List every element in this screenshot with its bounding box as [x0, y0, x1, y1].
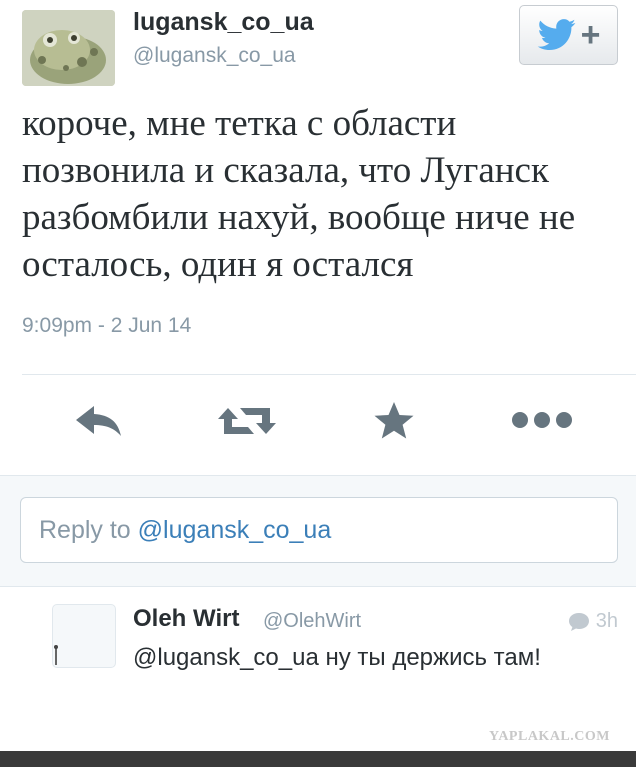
watermark: YAPLAKAL.COM: [489, 729, 610, 744]
reply-compose-area: Reply to @lugansk_co_ua: [0, 475, 636, 587]
retweet-button[interactable]: [216, 400, 278, 447]
tweet-action-bar: [0, 378, 636, 474]
reply-input[interactable]: Reply to @lugansk_co_ua: [20, 497, 618, 563]
default-avatar-image: [54, 645, 58, 665]
follow-button[interactable]: +: [519, 5, 618, 65]
reply-time[interactable]: 3h: [568, 610, 618, 633]
tweet-timestamp[interactable]: 9:09pm - 2 Jun 14: [22, 314, 191, 338]
favorite-button[interactable]: [372, 400, 416, 447]
reply-button[interactable]: [72, 400, 124, 445]
twitter-bird-icon: [537, 19, 576, 51]
plus-icon: +: [580, 16, 601, 54]
reply-author-handle[interactable]: @OlehWirt: [263, 610, 361, 633]
more-dots-icon: [512, 412, 572, 428]
reply-text: @lugansk_co_ua ну ты держись там!: [133, 644, 541, 671]
author-avatar[interactable]: [22, 10, 115, 86]
reply-icon: [76, 406, 121, 436]
reply-time-label: 3h: [595, 610, 618, 632]
reply-placeholder-prefix: Reply to: [39, 515, 138, 544]
bottom-bar: [0, 751, 636, 767]
reply-placeholder-mention: @lugansk_co_ua: [137, 515, 332, 544]
tweet-author-handle[interactable]: @lugansk_co_ua: [133, 44, 296, 68]
speech-bubble-icon: [568, 612, 589, 631]
more-button[interactable]: [510, 400, 574, 445]
divider: [22, 374, 636, 375]
tweet-author-name[interactable]: lugansk_co_ua: [133, 8, 314, 37]
reply-author-name[interactable]: Oleh Wirt: [133, 605, 239, 633]
reply-author-avatar[interactable]: [52, 604, 116, 668]
star-icon: [374, 402, 414, 439]
tweet-text: короче, мне тетка с области позвонила и …: [22, 103, 576, 285]
frog-avatar-image: [22, 10, 115, 86]
retweet-icon: [218, 408, 276, 434]
